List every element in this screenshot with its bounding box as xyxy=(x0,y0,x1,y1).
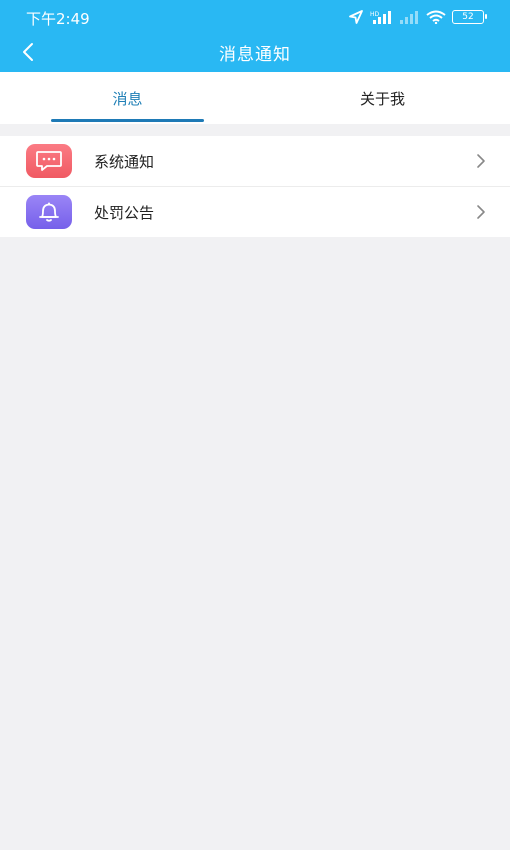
tab-about-me-label: 关于我 xyxy=(359,89,405,108)
tab-messages-label: 消息 xyxy=(112,89,143,108)
wifi-icon xyxy=(426,10,446,24)
tab-about-me[interactable]: 关于我 xyxy=(255,72,510,124)
status-bar: 下午2:49 HD 52 xyxy=(0,0,510,32)
signal-icon: HD xyxy=(370,11,391,24)
status-time: 下午2:49 xyxy=(26,10,90,28)
chevron-right-icon xyxy=(477,154,485,168)
section-divider xyxy=(0,124,510,136)
tab-messages[interactable]: 消息 xyxy=(0,72,255,124)
nav-bar: 消息通知 xyxy=(0,32,510,72)
message-bubble-icon xyxy=(26,144,72,178)
tab-bar: 消息 关于我 xyxy=(0,72,510,124)
bell-icon xyxy=(26,195,72,229)
active-tab-indicator xyxy=(51,119,204,122)
chevron-right-icon xyxy=(477,205,485,219)
signal-icon xyxy=(400,11,418,24)
list-item-label: 系统通知 xyxy=(94,153,155,171)
battery-level: 52 xyxy=(462,11,474,22)
location-icon xyxy=(349,10,363,24)
app-header: 下午2:49 HD 52 消息通知 xyxy=(0,0,510,72)
notification-list: 系统通知 处罚公告 xyxy=(0,136,510,237)
list-item-system-notice[interactable]: 系统通知 xyxy=(0,136,510,186)
status-icons: HD 52 xyxy=(348,7,487,27)
battery-icon: 52 xyxy=(452,10,487,24)
svg-text:HD: HD xyxy=(370,11,380,18)
list-item-label: 处罚公告 xyxy=(94,204,155,222)
page-title: 消息通知 xyxy=(219,45,291,65)
list-item-penalty-notice[interactable]: 处罚公告 xyxy=(0,186,510,237)
